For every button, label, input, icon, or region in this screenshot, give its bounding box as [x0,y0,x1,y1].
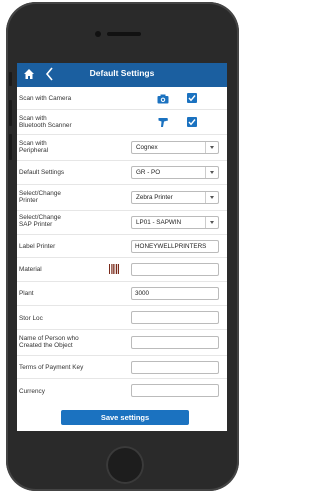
chevron-down-icon [205,192,218,203]
save-settings-button[interactable]: Save settings [61,410,189,425]
app-header: Default Settings [17,63,227,87]
chevron-down-icon [205,167,218,178]
scan-camera-checkbox[interactable] [187,93,197,103]
front-camera [95,31,101,37]
row-payment-terms: Terms of Payment Key [17,356,227,379]
volume-up-button [9,100,12,126]
default-settings-label: Default Settings [19,169,65,176]
scan-peripheral-label: Scan with Peripheral [19,140,49,155]
currency-label: Currency [19,388,45,395]
scan-bluetooth-checkbox[interactable] [187,117,197,127]
row-scan-bluetooth: Scan with Bluetooth Scanner [17,110,227,135]
sap-printer-select[interactable]: LP01 - SAPWIN [131,216,219,229]
row-scan-peripheral: Scan with Peripheral Cognex [17,135,227,161]
default-settings-select[interactable]: GR - PO [131,166,219,179]
app-screen: Default Settings Scan with Camera Scan w… [17,63,227,431]
chevron-down-icon [205,142,218,153]
printer-label: Select/Change Printer [19,190,61,205]
barcode-icon[interactable] [109,264,119,274]
printer-select-value: Zebra Printer [136,194,173,201]
earpiece-speaker [107,32,141,36]
row-plant: Plant 3000 [17,282,227,306]
printer-select[interactable]: Zebra Printer [131,191,219,204]
row-created-by: Name of Person who Created the Object [17,330,227,356]
barcode-scanner-icon [158,118,168,127]
row-currency: Currency [17,379,227,403]
created-by-input[interactable] [131,336,219,349]
material-input[interactable] [131,263,219,276]
payment-terms-input[interactable] [131,361,219,374]
stor-loc-label: Stor Loc [19,315,43,322]
row-default-settings: Default Settings GR - PO [17,161,227,185]
row-scan-camera: Scan with Camera [17,87,227,110]
volume-down-button [9,134,12,160]
stor-loc-input[interactable] [131,311,219,324]
chevron-down-icon [205,217,218,228]
scan-bluetooth-label: Scan with Bluetooth Scanner [19,115,72,130]
peripheral-select[interactable]: Cognex [131,141,219,154]
plant-label: Plant [19,290,34,297]
camera-icon [157,94,169,104]
row-label-printer: Label Printer HONEYWELLPRINTERS [17,235,227,258]
plant-input[interactable]: 3000 [131,287,219,300]
currency-input[interactable] [131,384,219,397]
row-stor-loc: Stor Loc [17,306,227,330]
row-printer: Select/Change Printer Zebra Printer [17,185,227,211]
sap-printer-label: Select/Change SAP Printer [19,214,61,229]
sap-printer-select-value: LP01 - SAPWIN [136,219,182,226]
mute-switch [9,72,12,86]
home-button[interactable] [106,446,144,484]
checkmark-icon [188,119,196,126]
created-by-label: Name of Person who Created the Object [19,335,79,350]
material-label: Material [19,266,42,273]
default-settings-select-value: GR - PO [136,169,161,176]
scan-camera-label: Scan with Camera [19,95,72,102]
peripheral-select-value: Cognex [136,144,158,151]
row-material: Material [17,258,227,282]
payment-terms-label: Terms of Payment Key [19,364,84,371]
row-sap-printer: Select/Change SAP Printer LP01 - SAPWIN [17,211,227,235]
label-printer-label: Label Printer [19,243,56,250]
checkmark-icon [188,95,196,102]
label-printer-input[interactable]: HONEYWELLPRINTERS [131,240,219,253]
page-title: Default Settings [89,68,155,78]
